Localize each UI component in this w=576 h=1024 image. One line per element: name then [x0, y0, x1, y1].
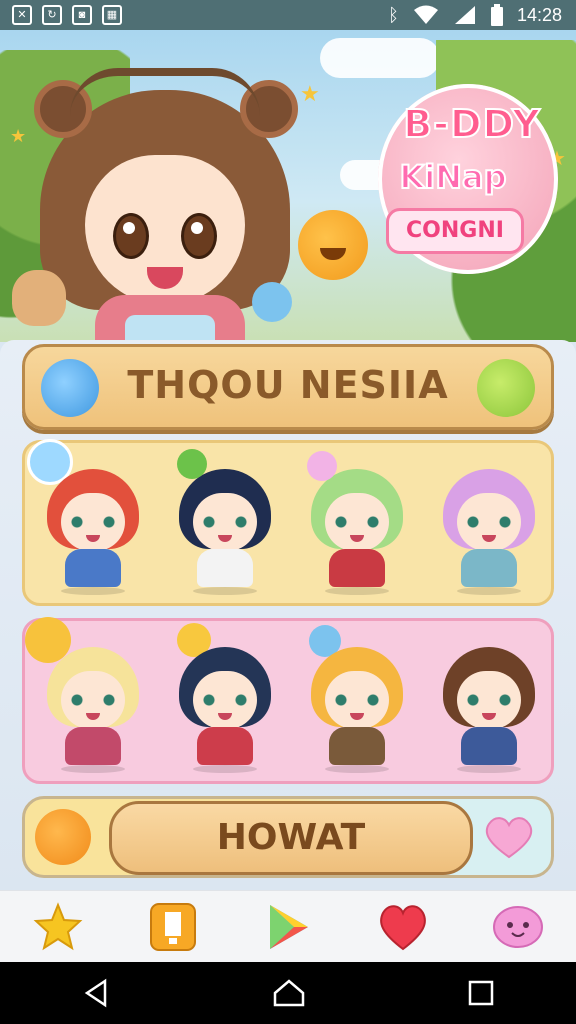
nav-play-store[interactable] — [258, 897, 318, 957]
character-green-hair-girl[interactable] — [305, 469, 409, 595]
title-banner[interactable]: THQOU NESIIA — [22, 344, 554, 430]
chat-mascot-icon — [493, 906, 544, 948]
character-row-1 — [22, 439, 554, 606]
status-bar: ✕ ↻ ◙ ▦ ᛒ 14:28 — [0, 0, 576, 30]
main-panel: THQOU NESIIA HOWAT — [0, 340, 576, 890]
game-notification-icon: ◙ — [72, 5, 92, 25]
bunny-icon — [12, 270, 66, 326]
clock: 14:28 — [516, 4, 562, 25]
orange-mascot-icon — [35, 809, 91, 865]
star-sparkle-icon: ★ — [10, 126, 27, 147]
character-red-hair-girl[interactable] — [41, 469, 145, 595]
bluetooth-icon: ᛒ — [388, 4, 399, 25]
character-row-2 — [22, 617, 554, 784]
signal-icon — [454, 6, 475, 24]
wifi-icon — [413, 5, 438, 24]
logo-line-2: KiNap — [398, 157, 507, 197]
logo-line-3: CONGNI — [386, 208, 524, 254]
action-banner: HOWAT — [22, 796, 554, 878]
home-icon[interactable] — [272, 978, 306, 1008]
heart-icon[interactable] — [481, 815, 537, 859]
howat-button[interactable]: HOWAT — [109, 801, 473, 875]
clipboard-icon — [149, 903, 196, 951]
game-logo: B-DDY KiNap CONGNI — [378, 84, 558, 274]
nav-chat[interactable] — [488, 897, 548, 957]
character-orange-hair-boy[interactable] — [305, 647, 409, 773]
logo-line-1: B-DDY — [402, 101, 541, 147]
character-dark-hair-girl[interactable] — [173, 647, 277, 773]
green-blob-icon — [177, 449, 207, 479]
bottom-nav — [0, 890, 576, 963]
star-icon — [33, 902, 83, 951]
recents-icon[interactable] — [467, 979, 495, 1007]
back-icon[interactable] — [81, 978, 111, 1008]
nav-star[interactable] — [28, 897, 88, 957]
pumpkin-icon — [298, 210, 368, 280]
pink-blob-icon — [307, 451, 337, 481]
green-mascot-icon — [477, 359, 535, 417]
howat-button-label: HOWAT — [216, 817, 366, 858]
title-banner-label: THQOU NESIIA — [127, 363, 449, 407]
character-blonde-girl[interactable] — [41, 647, 145, 773]
battery-icon — [490, 4, 503, 26]
character-navy-twintail-girl[interactable] — [173, 469, 277, 595]
heart-icon — [380, 905, 427, 951]
hero-banner: ★ ★ ★ B-DDY KiNap CONGNI — [0, 30, 576, 342]
app-notification-icon: ▦ — [102, 5, 122, 25]
play-store-icon — [269, 905, 308, 949]
blue-blob-icon — [252, 282, 292, 322]
system-nav-bar — [0, 962, 576, 1024]
gallery-notification-icon: ✕ — [12, 5, 32, 25]
nav-clipboard[interactable] — [143, 897, 203, 957]
character-lavender-hair-girl[interactable] — [437, 469, 541, 595]
star-sparkle-icon: ★ — [300, 82, 320, 107]
nav-heart[interactable] — [373, 897, 433, 957]
sync-notification-icon: ↻ — [42, 5, 62, 25]
character-brown-twintail-girl[interactable] — [437, 647, 541, 773]
